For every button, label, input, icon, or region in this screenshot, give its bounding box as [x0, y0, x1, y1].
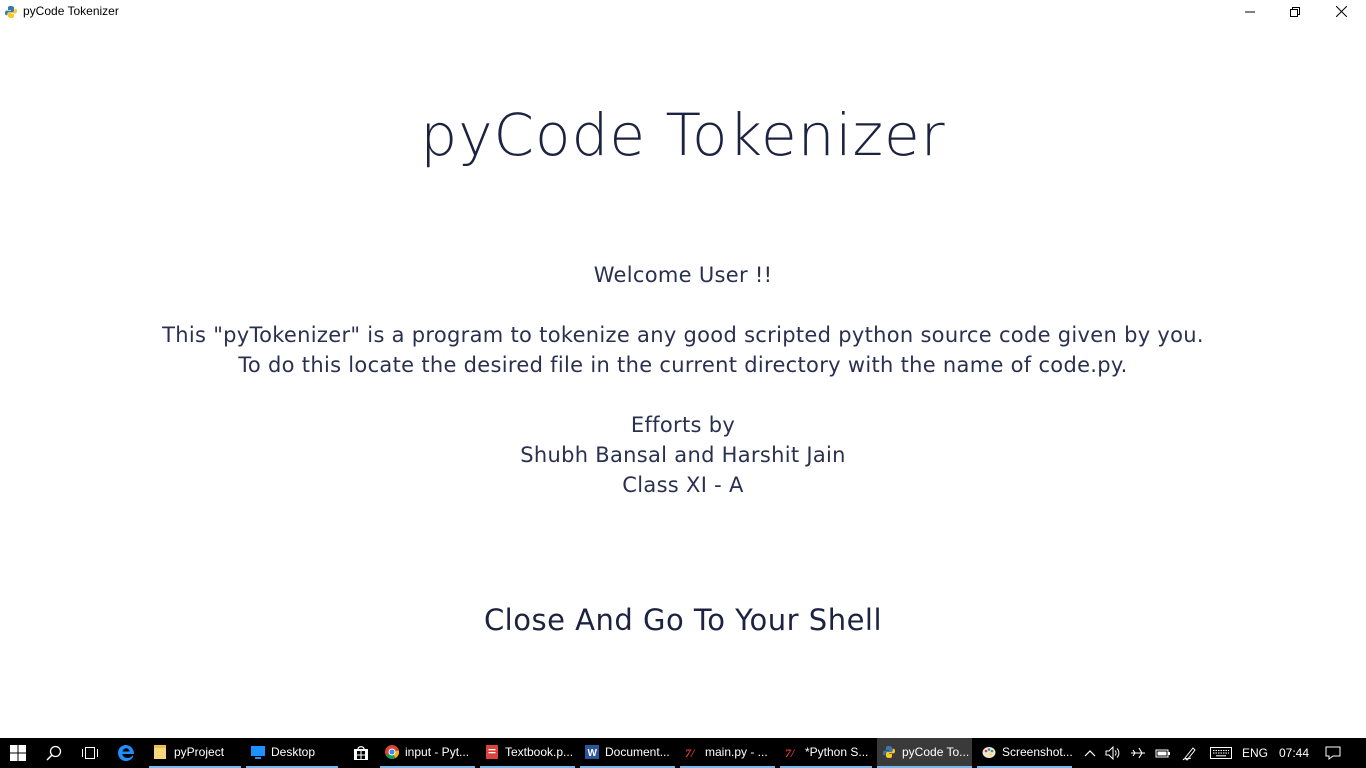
chevron-up-icon	[1084, 750, 1096, 757]
minimize-button[interactable]	[1227, 0, 1273, 23]
svg-text:7/: 7/	[785, 746, 796, 759]
taskbar-item-pycode-tokenizer[interactable]: pyCode To...	[877, 738, 972, 768]
close-window-button[interactable]	[1318, 0, 1364, 23]
python-icon	[4, 4, 18, 18]
python-icon	[883, 746, 895, 758]
paint-icon	[982, 747, 996, 758]
battery-button[interactable]	[1151, 738, 1175, 768]
taskbar-item-desktop[interactable]: Desktop	[246, 738, 338, 768]
description-line-1: This "pyTokenizer" is a program to token…	[162, 323, 1204, 347]
keyboard-icon	[1210, 747, 1232, 759]
window-titlebar: pyCode Tokenizer	[0, 0, 1366, 23]
taskbar-item-label: Desktop	[271, 745, 316, 759]
authors-text: Shubh Bansal and Harshit Jain	[520, 443, 846, 467]
edge-browser-button[interactable]	[108, 738, 144, 768]
windows-icon	[10, 745, 26, 761]
taskbar-item-main-py[interactable]: 7/ main.py - ...	[680, 738, 775, 768]
app-title: pyCode Tokenizer	[420, 101, 946, 169]
pen-icon	[1182, 747, 1196, 761]
taskbar-item-label: main.py - ...	[705, 745, 768, 759]
network-button[interactable]	[1125, 738, 1151, 768]
taskbar-item-pyproject[interactable]: pyProject	[149, 738, 241, 768]
taskbar-item-paint[interactable]: Screenshot...	[977, 738, 1072, 768]
taskbar-item-label: input - Pyt...	[405, 745, 470, 759]
svg-text:W: W	[588, 748, 598, 759]
action-center-button[interactable]	[1318, 738, 1348, 768]
close-icon	[1335, 6, 1347, 17]
taskbar-item-label: Document...	[605, 745, 670, 759]
taskbar-item-chrome[interactable]: input - Pyt...	[380, 738, 475, 768]
store-icon	[354, 746, 368, 760]
class-label: Class XI - A	[622, 473, 744, 497]
restore-button[interactable]	[1272, 0, 1318, 23]
python-idle-icon: 7/	[685, 746, 696, 759]
desktop-icon	[251, 746, 265, 759]
volume-button[interactable]	[1101, 738, 1125, 768]
chrome-icon	[385, 745, 399, 759]
taskbar-item-word[interactable]: W Document...	[580, 738, 675, 768]
main-content: pyCode Tokenizer Welcome User !! This "p…	[0, 23, 1366, 738]
clock[interactable]: 07:44	[1274, 738, 1314, 768]
minimize-icon	[1245, 11, 1255, 12]
show-hidden-icons-button[interactable]	[1079, 738, 1101, 768]
efforts-label: Efforts by	[630, 413, 736, 437]
taskbar-item-label: Textbook.p...	[505, 745, 574, 759]
store-button[interactable]	[343, 738, 379, 768]
speaker-icon	[1105, 746, 1120, 760]
taskbar-item-python-shell[interactable]: 7/ *Python S...	[780, 738, 872, 768]
input-language-indicator[interactable]: ENG	[1238, 738, 1272, 768]
word-icon: W	[585, 745, 599, 759]
battery-icon	[1155, 749, 1170, 758]
restore-icon	[1290, 6, 1300, 17]
svg-text:7/: 7/	[685, 746, 696, 759]
welcome-text: Welcome User !!	[593, 263, 773, 287]
pen-workspace-button[interactable]	[1177, 738, 1203, 768]
folder-icon	[154, 745, 166, 759]
taskbar-item-label: Screenshot...	[1002, 745, 1072, 759]
taskbar-item-label: pyCode To...	[902, 745, 970, 759]
notification-icon	[1325, 746, 1341, 760]
edge-icon	[118, 745, 134, 761]
python-idle-icon: 7/	[785, 746, 796, 759]
search-icon	[46, 745, 62, 761]
start-button[interactable]	[0, 738, 36, 768]
task-view-icon	[82, 747, 98, 759]
search-button[interactable]	[36, 738, 72, 768]
description-line-2: To do this locate the desired file in th…	[238, 353, 1128, 377]
taskbar-item-pdf[interactable]: Textbook.p...	[480, 738, 575, 768]
airplane-mode-icon	[1131, 747, 1145, 759]
taskbar-item-label: pyProject	[174, 745, 225, 759]
window-title: pyCode Tokenizer	[23, 4, 119, 18]
taskbar: pyProject Desktop input - Pyt... Textboo…	[0, 738, 1366, 768]
close-and-go-to-shell-button[interactable]: Close And Go To Your Shell	[466, 598, 900, 642]
touch-keyboard-button[interactable]	[1206, 738, 1236, 768]
pdf-icon	[486, 745, 498, 759]
task-view-button[interactable]	[72, 738, 108, 768]
taskbar-item-label: *Python S...	[805, 745, 869, 759]
